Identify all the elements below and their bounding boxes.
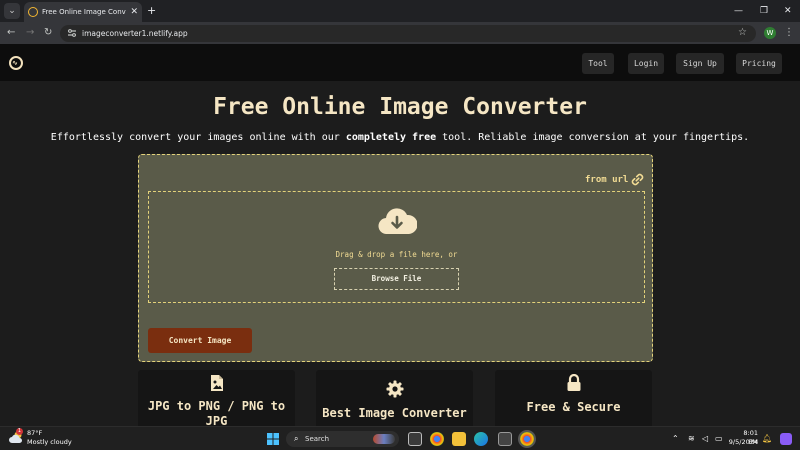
more-menu-icon[interactable]: ⋮ [784,26,794,40]
close-window-icon[interactable]: ✕ [784,3,792,19]
task-view-icon[interactable] [408,432,422,446]
image-file-icon [210,375,223,391]
cloud-download-icon [378,208,417,235]
browser-toolbar: ← → ↻ imageconverter1.netlify.app ☆ W ⋮ [0,22,800,44]
clock-date[interactable]: 9/5/2024 [726,438,758,447]
windows-start-icon[interactable] [267,433,279,445]
forward-icon[interactable]: → [26,26,34,40]
feature-title: JPG to PNG / PNG to [147,399,286,413]
tab-search-button[interactable]: ⌄ [4,3,20,19]
gear-icon [386,380,403,398]
web-page: ∿ Tool Login Sign Up Pricing Free Online… [0,44,800,426]
new-tab-button[interactable]: + [147,3,156,19]
page-title: Free Online Image Converter [213,94,587,120]
nav-link-tool[interactable]: Tool [582,53,614,74]
link-icon[interactable] [631,173,644,186]
search-icon: ⌕ [294,434,299,443]
search-highlight-image [373,434,395,444]
browser-tab-strip: ⌄ Free Online Image Converter | ✕ + — ❐ … [0,0,800,22]
windows-taskbar: 1 87°F Mostly cloudy ⌕ Search ⌃ ≋ ◁ ▭ 8:… [0,426,800,450]
weather-condition[interactable]: Mostly cloudy [27,438,72,447]
address-bar[interactable]: imageconverter1.netlify.app [60,25,756,42]
nav-link-pricing[interactable]: Pricing [736,53,782,74]
tray-overflow-icon[interactable]: ⌃ [672,433,679,445]
file-explorer-icon[interactable] [452,432,466,446]
chrome-icon[interactable] [430,432,444,446]
notification-bell-icon[interactable]: 🔔︎ [762,433,772,445]
feature-title: Free & Secure [526,400,621,414]
file-dropzone[interactable]: Drag & drop a file here, or Browse File [148,191,645,303]
feature-card-jpg-png: JPG to PNG / PNG to JPG [138,370,295,426]
feature-card-free-secure: Free & Secure [495,370,652,426]
tab-favicon-icon [28,7,38,17]
chrome-active-icon[interactable] [520,432,534,446]
feature-title-line2: JPG [205,414,228,426]
drag-drop-text: Drag & drop a file here, or [335,250,458,259]
lock-icon [567,374,580,391]
site-logo-icon[interactable]: ∿ [9,56,23,70]
feature-title: Best Image Converter [322,406,467,420]
wifi-icon[interactable]: ≋ [688,433,695,445]
browse-file-button[interactable]: Browse File [334,268,459,290]
copilot-icon[interactable] [780,433,792,445]
search-label: Search [305,435,330,443]
nav-link-login[interactable]: Login [628,53,664,74]
battery-icon[interactable]: ▭ [715,433,723,445]
minimize-icon[interactable]: — [734,3,743,19]
site-navbar: ∿ Tool Login Sign Up Pricing [0,44,800,81]
edge-icon[interactable] [474,432,488,446]
reload-icon[interactable]: ↻ [44,26,52,40]
taskbar-search-box[interactable]: ⌕ Search [286,431,399,447]
url-text: imageconverter1.netlify.app [82,29,188,38]
feature-card-best-converter: Best Image Converter [316,370,473,426]
from-url-link[interactable]: from url [585,174,628,186]
terminal-icon[interactable] [498,432,512,446]
weather-alert-badge: 1 [16,428,23,435]
nav-link-signup[interactable]: Sign Up [676,53,724,74]
profile-avatar[interactable]: W [764,27,776,39]
tab-close-icon[interactable]: ✕ [130,6,138,18]
volume-icon[interactable]: ◁ [702,433,708,445]
site-info-icon[interactable] [67,28,77,38]
back-icon[interactable]: ← [7,26,15,40]
convert-image-button[interactable]: Convert Image [148,328,252,353]
browser-tab-active[interactable]: Free Online Image Converter | ✕ [24,2,142,22]
restore-icon[interactable]: ❐ [760,3,768,19]
weather-temperature[interactable]: 87°F [27,429,42,438]
page-subtitle: Effortlessly convert your images online … [50,132,750,143]
tab-title: Free Online Image Converter | [42,8,126,16]
upload-card: from url Drag & drop a file here, or Bro… [138,154,653,362]
subtitle-emphasis: completely free [345,132,437,143]
bookmark-star-icon[interactable]: ☆ [738,26,747,40]
